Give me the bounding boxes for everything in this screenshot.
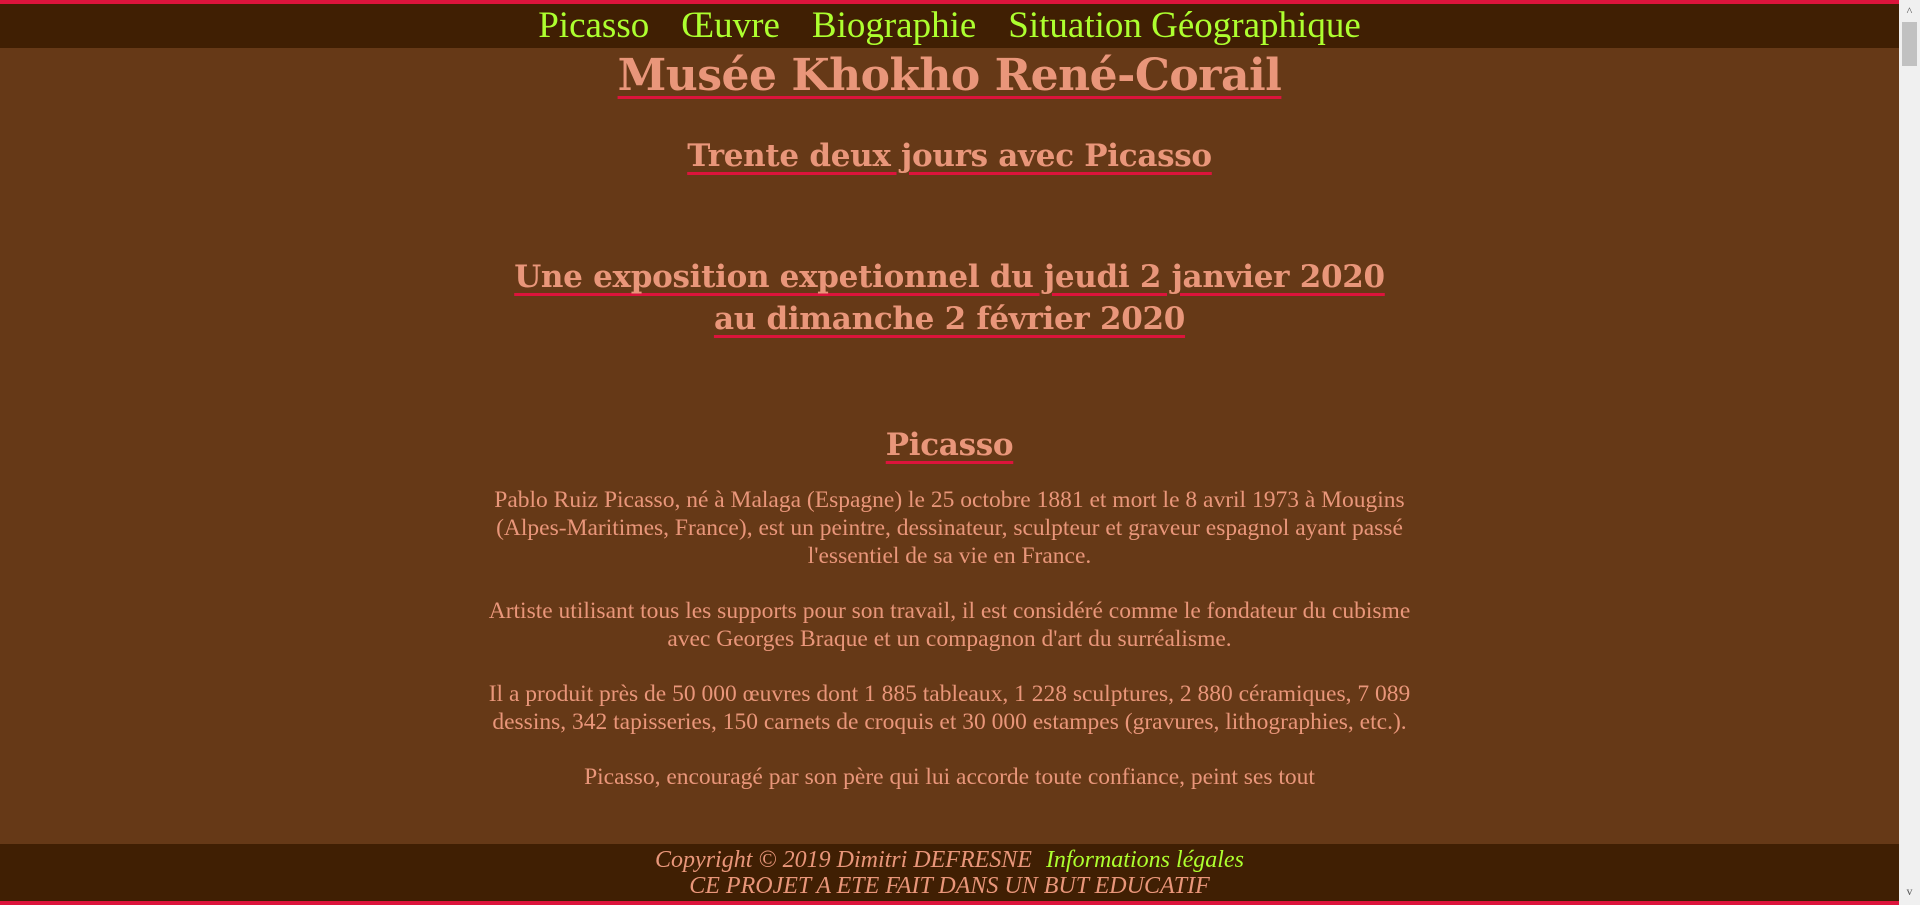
vertical-scrollbar[interactable]: ^ v xyxy=(1899,0,1920,905)
legal-info-link[interactable]: Informations légales xyxy=(1046,847,1244,873)
paragraph: Il a produit près de 50 000 œuvres dont … xyxy=(488,681,1411,735)
nav-picasso[interactable]: Picasso xyxy=(538,4,649,48)
nav-situation-geographique[interactable]: Situation Géographique xyxy=(1008,4,1360,48)
scroll-down-arrow-icon[interactable]: v xyxy=(1899,884,1920,899)
biography-text: Pablo Ruiz Picasso, né à Malaga (Espagne… xyxy=(470,486,1430,791)
scroll-up-arrow-icon[interactable]: ^ xyxy=(1899,4,1920,19)
page-title: Musée Khokho René-Corail xyxy=(617,50,1282,101)
section-title-picasso: Picasso xyxy=(885,427,1014,463)
nav-biographie[interactable]: Biographie xyxy=(812,4,976,48)
main-nav: Picasso Œuvre Biographie Situation Géogr… xyxy=(0,4,1899,48)
exposition-dates: Une exposition expetionnel du jeudi 2 ja… xyxy=(514,259,1385,337)
footer: Copyright © 2019 Dimitri DEFRESNE Informa… xyxy=(0,844,1899,901)
paragraph: Picasso, encouragé par son père qui lui … xyxy=(584,764,1315,790)
paragraph: Pablo Ruiz Picasso, né à Malaga (Espagne… xyxy=(494,487,1405,569)
main-content: Musée Khokho René-Corail Trente deux jou… xyxy=(0,48,1899,844)
paragraph: Artiste utilisant tous les supports pour… xyxy=(488,598,1411,652)
nav-oeuvre[interactable]: Œuvre xyxy=(681,4,780,48)
page-subtitle: Trente deux jours avec Picasso xyxy=(687,138,1212,174)
scrollbar-thumb[interactable] xyxy=(1902,22,1917,66)
footer-line-1: Copyright © 2019 Dimitri DEFRESNE Informa… xyxy=(0,847,1899,873)
bottom-border xyxy=(0,901,1899,905)
copyright-text: Copyright © 2019 Dimitri DEFRESNE xyxy=(655,847,1032,873)
educational-note: CE PROJET A ETE FAIT DANS UN BUT EDUCATI… xyxy=(689,873,1210,899)
